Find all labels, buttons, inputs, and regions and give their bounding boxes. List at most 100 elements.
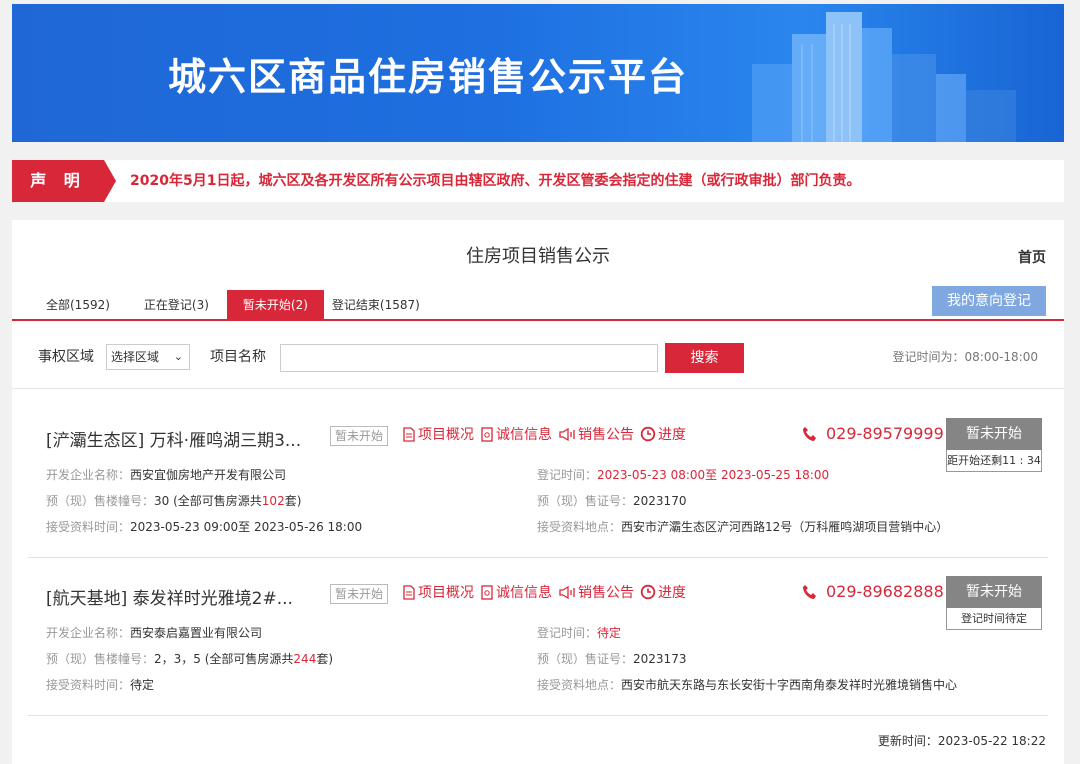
clock-icon [640, 584, 656, 600]
overview-link[interactable]: 项目概况 [402, 424, 474, 444]
clock-icon [640, 426, 656, 442]
my-intent-registration-button[interactable]: 我的意向登记 [932, 286, 1046, 316]
project-name-input[interactable] [280, 344, 658, 372]
project-name-label: 项目名称 [210, 349, 266, 365]
overview-link-label: 项目概况 [418, 585, 474, 601]
announcement-link-label: 销售公告 [578, 427, 634, 443]
integrity-link[interactable]: 诚信信息 [480, 582, 552, 602]
available-count: 102 [261, 494, 285, 508]
status-button[interactable]: 暂未开始 [946, 576, 1042, 608]
area-label: 事权区域 [38, 349, 94, 365]
developer-name: 西安泰启嘉置业有限公司 [130, 626, 263, 640]
accept-time-row: 接受资料时间：2023-05-23 09:00至 2023-05-26 18:0… [46, 518, 362, 535]
document-icon [403, 584, 415, 600]
building-numbers: 2，3，5 (全部可售房源共 [154, 652, 294, 666]
status-box: 暂未开始 距开始还剩11 : 34 [946, 418, 1042, 472]
progress-link-label: 进度 [658, 427, 686, 443]
progress-link[interactable]: 进度 [640, 424, 686, 444]
announcement-link[interactable]: 销售公告 [558, 424, 634, 444]
accept-place-value: 西安市航天东路与东长安街十字西南角泰发祥时光雅境销售中心 [621, 678, 958, 692]
announcement-link-label: 销售公告 [578, 585, 634, 601]
countdown-text: 距开始还剩11 : 34 [946, 450, 1042, 472]
project-item: [浐灞生态区] 万科·雁鸣湖三期3... 暂未开始 项目概况 诚信信息 销售公告… [28, 400, 1048, 558]
registration-time-label: 登记时间： [537, 626, 598, 640]
project-links: 项目概况 诚信信息 销售公告 进度 [402, 582, 692, 602]
overview-link-label: 项目概况 [418, 427, 474, 443]
progress-link-label: 进度 [658, 585, 686, 601]
notice-bar: 声 明 2020年5月1日起，城六区及各开发区所有公示项目由辖区政府、开发区管委… [12, 160, 1064, 202]
certificate-number: 2023173 [633, 652, 687, 666]
developer-row: 开发企业名称：西安泰启嘉置业有限公司 [46, 624, 262, 641]
building-label: 预（现）售楼幢号： [46, 652, 155, 666]
tab-registering[interactable]: 正在登记(3) [136, 290, 217, 320]
developer-name: 西安宜伽房地产开发有限公司 [130, 468, 287, 482]
accept-time-value: 待定 [130, 678, 155, 692]
registration-hours: 登记时间为：08:00-18:00 [892, 350, 1039, 364]
certificate-icon [481, 584, 493, 600]
overview-link[interactable]: 项目概况 [402, 582, 474, 602]
registration-time-value: 2023-05-23 08:00至 2023-05-25 18:00 [597, 468, 830, 482]
accept-time-label: 接受资料时间： [46, 678, 131, 692]
tab-all[interactable]: 全部(1592) [38, 290, 118, 320]
registration-time-label: 登记时间： [537, 468, 598, 482]
announcement-link[interactable]: 销售公告 [558, 582, 634, 602]
sales-panel: 住房项目销售公示 首页 全部(1592) 正在登记(3) 暂未开始(2) 登记结… [12, 220, 1064, 764]
certificate-row: 预（现）售证号：2023173 [537, 650, 686, 667]
building-label: 预（现）售楼幢号： [46, 494, 155, 508]
project-status-tag: 暂未开始 [330, 426, 389, 446]
header-banner: 城六区商品住房销售公示平台 [12, 4, 1064, 142]
document-icon [403, 426, 415, 442]
megaphone-icon [559, 427, 575, 441]
building-suffix: 套) [284, 494, 302, 508]
accept-place-row: 接受资料地点：西安市浐灞生态区浐河西路12号（万科雁鸣湖项目营销中心） [537, 518, 948, 535]
certificate-number: 2023170 [633, 494, 687, 508]
tab-registration-ended[interactable]: 登记结束(1587) [324, 290, 428, 320]
home-link[interactable]: 首页 [1018, 247, 1046, 267]
accept-place-value: 西安市浐灞生态区浐河西路12号（万科雁鸣湖项目营销中心） [621, 520, 949, 534]
chevron-down-icon: ⌄ [173, 350, 183, 363]
developer-label: 开发企业名称： [46, 468, 131, 482]
accept-place-label: 接受资料地点： [537, 520, 622, 534]
building-row: 预（现）售楼幢号：2，3，5 (全部可售房源共244套) [46, 650, 333, 667]
project-links: 项目概况 诚信信息 销售公告 进度 [402, 424, 692, 444]
search-button[interactable]: 搜索 [665, 343, 744, 373]
search-bar: 事权区域 选择区域 ⌄ 项目名称 搜索 登记时间为：08:00-18:00 [12, 342, 1064, 373]
registration-time-value: 待定 [597, 626, 622, 640]
developer-label: 开发企业名称： [46, 626, 131, 640]
accept-time-value: 2023-05-23 09:00至 2023-05-26 18:00 [130, 520, 363, 534]
project-title[interactable]: [航天基地] 泰发祥时光雅境2#... [46, 584, 293, 609]
available-count: 244 [293, 652, 317, 666]
registration-pending-text: 登记时间待定 [946, 608, 1042, 630]
developer-row: 开发企业名称：西安宜伽房地产开发有限公司 [46, 466, 286, 483]
notice-tag: 声 明 [12, 160, 116, 202]
megaphone-icon [559, 585, 575, 599]
accept-time-row: 接受资料时间：待定 [46, 676, 154, 693]
area-select-value: 选择区域 [111, 350, 160, 364]
accept-time-label: 接受资料时间： [46, 520, 131, 534]
integrity-link-label: 诚信信息 [496, 585, 552, 601]
area-select[interactable]: 选择区域 ⌄ [106, 344, 190, 370]
status-tabs: 全部(1592) 正在登记(3) 暂未开始(2) 登记结束(1587) [38, 290, 446, 320]
certificate-row: 预（现）售证号：2023170 [537, 492, 686, 509]
registration-time-row: 登记时间：2023-05-23 08:00至 2023-05-25 18:00 [537, 466, 829, 483]
certificate-label: 预（现）售证号： [537, 652, 634, 666]
project-item: [航天基地] 泰发祥时光雅境2#... 暂未开始 项目概况 诚信信息 销售公告 … [28, 558, 1048, 716]
accept-place-row: 接受资料地点：西安市航天东路与东长安街十字西南角泰发祥时光雅境销售中心 [537, 676, 957, 693]
integrity-link[interactable]: 诚信信息 [480, 424, 552, 444]
accept-place-label: 接受资料地点： [537, 678, 622, 692]
building-suffix: 套) [316, 652, 334, 666]
update-time: 更新时间：2023-05-22 18:22 [877, 734, 1046, 748]
tab-not-started[interactable]: 暂未开始(2) [226, 290, 324, 320]
phone-number: 029-89682888 [802, 582, 944, 601]
page-title: 住房项目销售公示 [466, 246, 610, 267]
notice-text: 2020年5月1日起，城六区及各开发区所有公示项目由辖区政府、开发区管委会指定的… [130, 173, 861, 189]
tab-underline [12, 319, 1064, 321]
banner-title: 城六区商品住房销售公示平台 [168, 55, 689, 99]
certificate-icon [481, 426, 493, 442]
project-title[interactable]: [浐灞生态区] 万科·雁鸣湖三期3... [46, 426, 301, 451]
building-numbers: 30 (全部可售房源共 [154, 494, 262, 508]
status-button[interactable]: 暂未开始 [946, 418, 1042, 450]
integrity-link-label: 诚信信息 [496, 427, 552, 443]
divider [12, 388, 1064, 389]
progress-link[interactable]: 进度 [640, 582, 686, 602]
